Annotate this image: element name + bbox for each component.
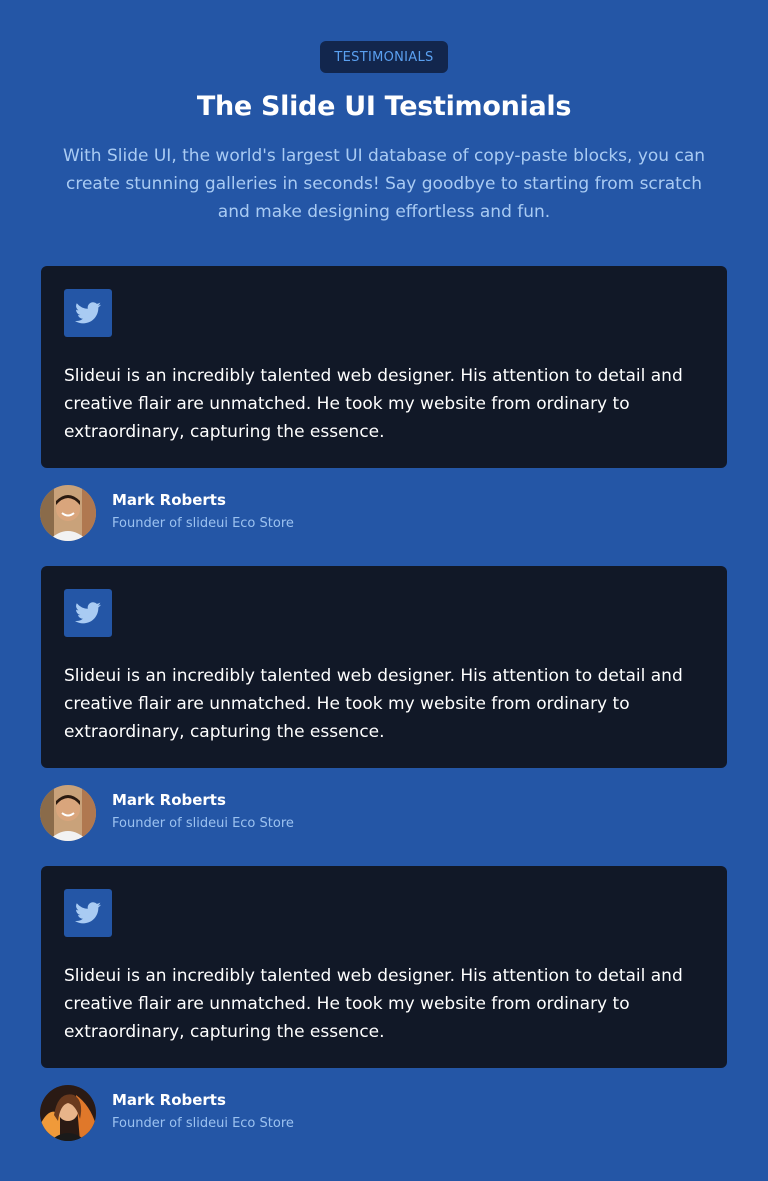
author-role: Founder of slideui Eco Store [112, 516, 294, 531]
testimonial-card: Slideui is an incredibly talented web de… [41, 266, 727, 468]
testimonial-quote: Slideui is an incredibly talented web de… [64, 966, 683, 1042]
author-name: Mark Roberts [112, 1091, 226, 1109]
page-title: The Slide UI Testimonials [196, 91, 572, 122]
testimonial-quote: Slideui is an incredibly talented web de… [64, 366, 683, 442]
author-role: Founder of slideui Eco Store [112, 1116, 294, 1131]
testimonial-card: Slideui is an incredibly talented web de… [41, 566, 727, 768]
testimonial-author: Mark Roberts Founder of slideui Eco Stor… [40, 485, 440, 541]
testimonial-card: Slideui is an incredibly talented web de… [41, 866, 727, 1068]
testimonial-author: Mark Roberts Founder of slideui Eco Stor… [40, 1085, 440, 1141]
avatar [40, 485, 96, 541]
twitter-icon[interactable] [64, 289, 112, 337]
testimonial-author: Mark Roberts Founder of slideui Eco Stor… [40, 785, 440, 841]
testimonials-section: TESTIMONIALS The Slide UI Testimonials W… [0, 0, 768, 1181]
testimonials-badge: TESTIMONIALS [320, 41, 448, 73]
author-name: Mark Roberts [112, 791, 226, 809]
author-role: Founder of slideui Eco Store [112, 816, 294, 831]
avatar [40, 1085, 96, 1141]
twitter-icon[interactable] [64, 589, 112, 637]
page-subtitle: With Slide UI, the world's largest UI da… [62, 146, 706, 222]
author-name: Mark Roberts [112, 491, 226, 509]
avatar [40, 785, 96, 841]
twitter-icon[interactable] [64, 889, 112, 937]
testimonial-quote: Slideui is an incredibly talented web de… [64, 666, 683, 742]
